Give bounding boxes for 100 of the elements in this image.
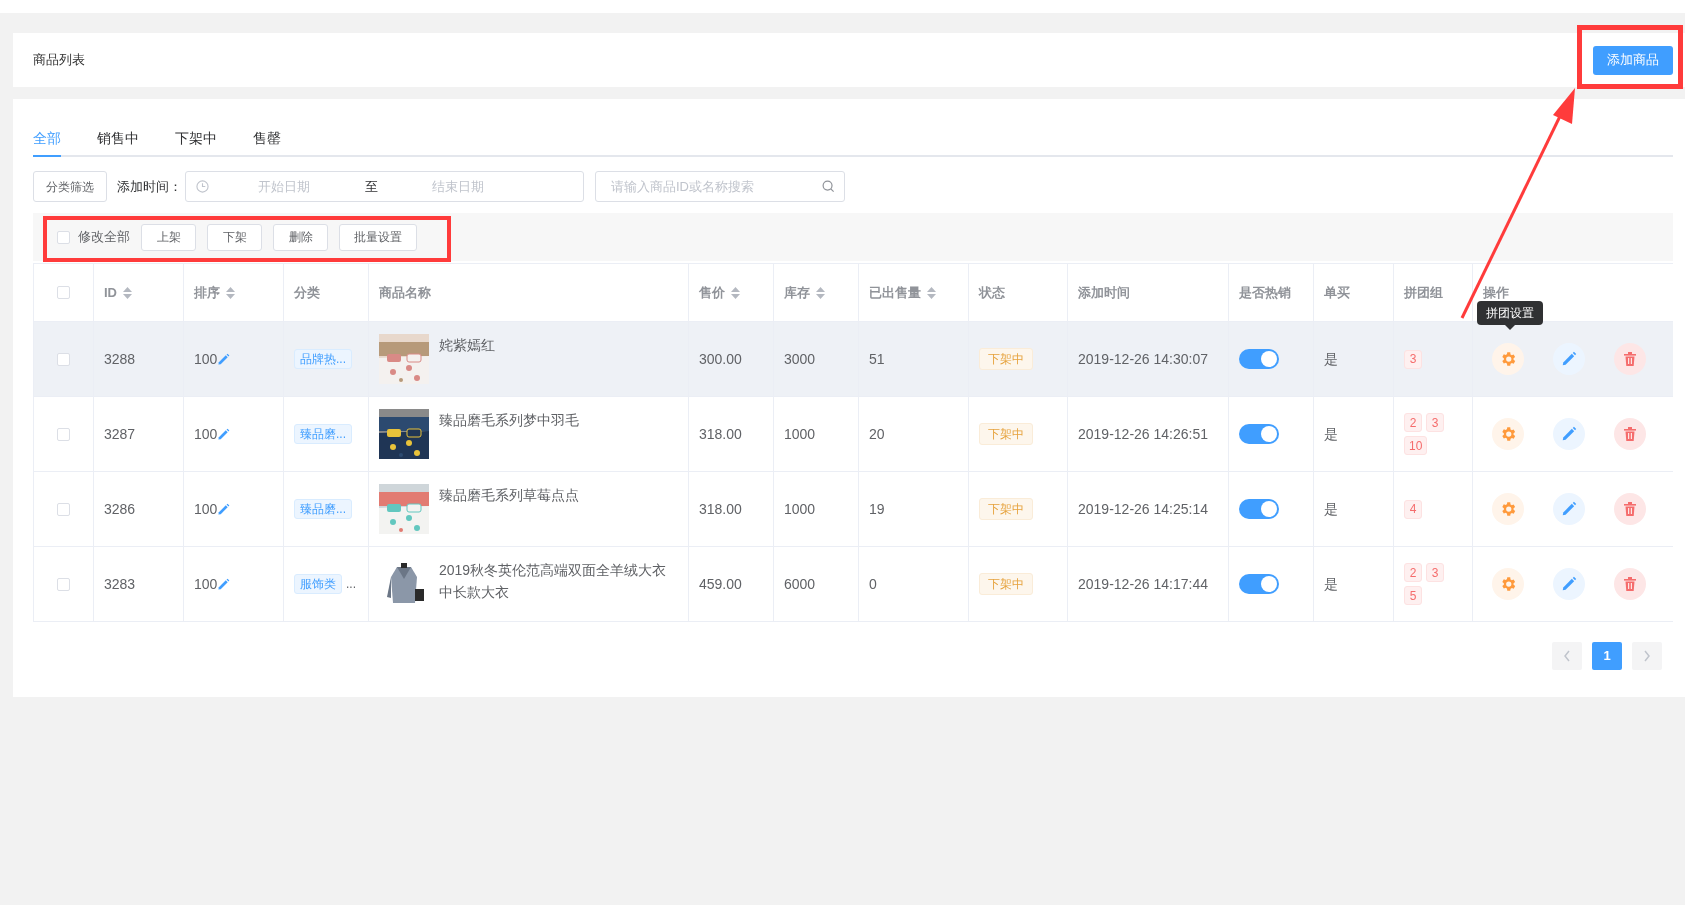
pencil-icon[interactable] [217,352,231,366]
table-cell-text: 是 [1324,349,1338,369]
delete-button[interactable] [1614,343,1646,375]
search-field[interactable]: 请输入商品ID或名称搜索 [595,171,845,202]
table-cell-text: 2019-12-26 14:26:51 [1078,424,1208,444]
batch-button[interactable]: 上架 [141,223,196,251]
table-cell-text: 6000 [784,574,816,594]
delete-button[interactable] [1614,418,1646,450]
settings-button[interactable] [1492,418,1524,450]
column-header: 操作 [1483,283,1509,302]
group-tag: 4 [1404,499,1422,519]
overflow-text: ... [346,576,356,593]
table-row[interactable]: 3286 100 臻品磨... 臻品磨毛系列草莓点点 318.00 1000 19 下架中 2019-12-26 14:25:14 是 4 [34,472,1673,547]
settings-button[interactable] [1492,343,1524,375]
sort-icon[interactable] [816,286,825,299]
batch-button[interactable]: 下架 [207,223,262,251]
range-separator: 至 [363,177,379,196]
tab[interactable]: 下架中 [175,121,217,157]
trash-icon [1622,426,1638,442]
chevron-left-icon [1563,650,1571,662]
edit-button[interactable] [1553,568,1585,600]
table-cell-text: 3283 [104,574,136,594]
table-cell-text: 是 [1324,424,1338,444]
pencil-icon[interactable] [217,502,231,516]
column-header: 单买 [1324,283,1350,302]
group-tag: 10 [1404,436,1428,455]
column-header: 拼团组 [1404,283,1443,302]
settings-button[interactable] [1492,493,1524,525]
pencil-icon[interactable] [217,427,231,441]
toggle-switch[interactable] [1239,574,1279,594]
end-date-placeholder: 结束日期 [431,177,485,196]
sort-icon[interactable] [226,286,235,299]
clock-icon [196,180,209,193]
previous-page-button[interactable] [1552,642,1582,670]
table-cell-text: 51 [869,349,885,369]
group-tag: 2 [1404,413,1422,432]
edit-button[interactable] [1553,493,1585,525]
toggle-switch[interactable] [1239,349,1279,369]
product-name: 姹紫嫣红 [439,336,495,355]
pencil-icon[interactable] [217,577,231,591]
sort-icon[interactable] [731,286,740,299]
toggle-switch[interactable] [1239,424,1279,444]
start-date-placeholder: 开始日期 [257,177,311,196]
tab[interactable]: 销售中 [97,121,139,157]
table-cell-text: 是 [1324,499,1338,519]
pencil-icon [1561,351,1577,367]
status-tag: 下架中 [979,348,1033,370]
category-tag: 臻品磨... [294,499,352,519]
time-label: 添加时间： [117,177,182,196]
table-cell-text: 459.00 [699,574,742,594]
batch-button[interactable]: 批量设置 [339,223,417,251]
table-cell-text: 318.00 [699,424,742,444]
edit-button[interactable] [1553,343,1585,375]
toggle-switch[interactable] [1239,499,1279,519]
date-range-field[interactable]: 开始日期 至 结束日期 [185,171,584,202]
table-cell-text: 是 [1324,574,1338,594]
trash-icon [1622,576,1638,592]
group-tag: 2 [1404,563,1422,582]
sort-icon[interactable] [927,286,936,299]
checkbox[interactable] [57,577,70,591]
table-row[interactable]: 3287 100 臻品磨... 臻品磨毛系列梦中羽毛 318.00 1000 20 下架中 2019-12-26 14:26:51 是 2 3 10 [34,397,1673,472]
table-cell-text: 100 [194,574,218,594]
column-header: 售价 [699,283,725,302]
status-tag: 下架中 [979,498,1033,520]
checkbox[interactable] [57,502,70,516]
table-row[interactable]: 3283 100 服饰类 ... 2019秋冬英伦范高端双面全羊绒大衣中长款大衣 459.00 6000 0 下架中 2019-12-26 14:17:44 是 2 3 5 [34,547,1673,622]
category-tag: 臻品磨... [294,424,352,444]
sort-icon[interactable] [123,286,132,299]
tab[interactable]: 售罄 [253,121,281,157]
table-cell-text: 1000 [784,424,816,444]
select-all-label[interactable]: 修改全部 [78,227,130,247]
category-tag: 品牌热... [294,349,352,369]
product-name: 臻品磨毛系列梦中羽毛 [439,411,579,430]
category-filter-button[interactable]: 分类筛选 [33,171,107,202]
column-header: 库存 [784,283,810,302]
checkbox[interactable] [57,427,70,441]
delete-button[interactable] [1614,568,1646,600]
trash-icon [1622,501,1638,517]
checkbox[interactable] [57,352,70,366]
column-header: 排序 [194,283,220,302]
next-page-button[interactable] [1632,642,1662,670]
group-tag: 3 [1404,349,1422,369]
column-header: 商品名称 [379,283,431,302]
edit-button[interactable] [1553,418,1585,450]
table-cell-text: 20 [869,424,885,444]
search-icon[interactable] [822,180,835,193]
checkbox[interactable] [57,286,70,299]
checkbox[interactable] [57,230,70,244]
tooltip: 拼团设置 [1477,301,1543,330]
settings-button[interactable] [1492,568,1524,600]
page-title: 商品列表 [33,51,85,70]
batch-button[interactable]: 删除 [273,223,328,251]
product-name: 臻品磨毛系列草莓点点 [439,486,579,505]
table-cell-text: 0 [869,574,877,594]
status-tag: 下架中 [979,423,1033,445]
pencil-icon [1561,426,1577,442]
delete-button[interactable] [1614,493,1646,525]
table-cell-text: 19 [869,499,885,519]
table-cell-text: 3286 [104,499,136,519]
table-cell-text: 2019-12-26 14:25:14 [1078,499,1208,519]
